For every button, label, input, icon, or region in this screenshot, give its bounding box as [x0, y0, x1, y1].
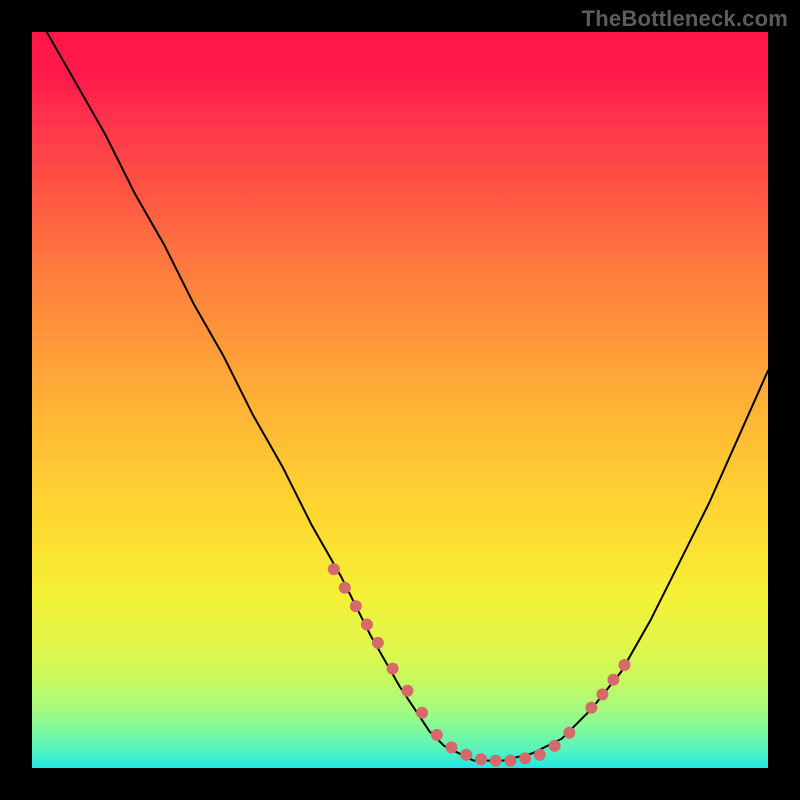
threshold-dot [401, 685, 413, 697]
threshold-dot [504, 755, 516, 767]
threshold-dot [339, 582, 351, 594]
threshold-dot [460, 749, 472, 761]
chart-svg [32, 32, 768, 768]
threshold-dot [372, 637, 384, 649]
threshold-dot [534, 749, 546, 761]
watermark-text: TheBottleneck.com [582, 6, 788, 32]
plot-area [32, 32, 768, 768]
threshold-dot [446, 741, 458, 753]
threshold-dot [519, 752, 531, 764]
threshold-dot [328, 563, 340, 575]
threshold-markers [328, 563, 631, 766]
threshold-dot [361, 619, 373, 631]
threshold-dot [490, 755, 502, 767]
threshold-dot [585, 702, 597, 714]
threshold-dot [549, 740, 561, 752]
bottleneck-curve [47, 32, 768, 761]
threshold-dot [619, 659, 631, 671]
chart-frame: TheBottleneck.com [0, 0, 800, 800]
threshold-dot [475, 753, 487, 765]
threshold-dot [607, 674, 619, 686]
threshold-dot [431, 729, 443, 741]
threshold-dot [387, 663, 399, 675]
threshold-dot [563, 727, 575, 739]
threshold-dot [350, 600, 362, 612]
threshold-dot [596, 688, 608, 700]
threshold-dot [416, 707, 428, 719]
